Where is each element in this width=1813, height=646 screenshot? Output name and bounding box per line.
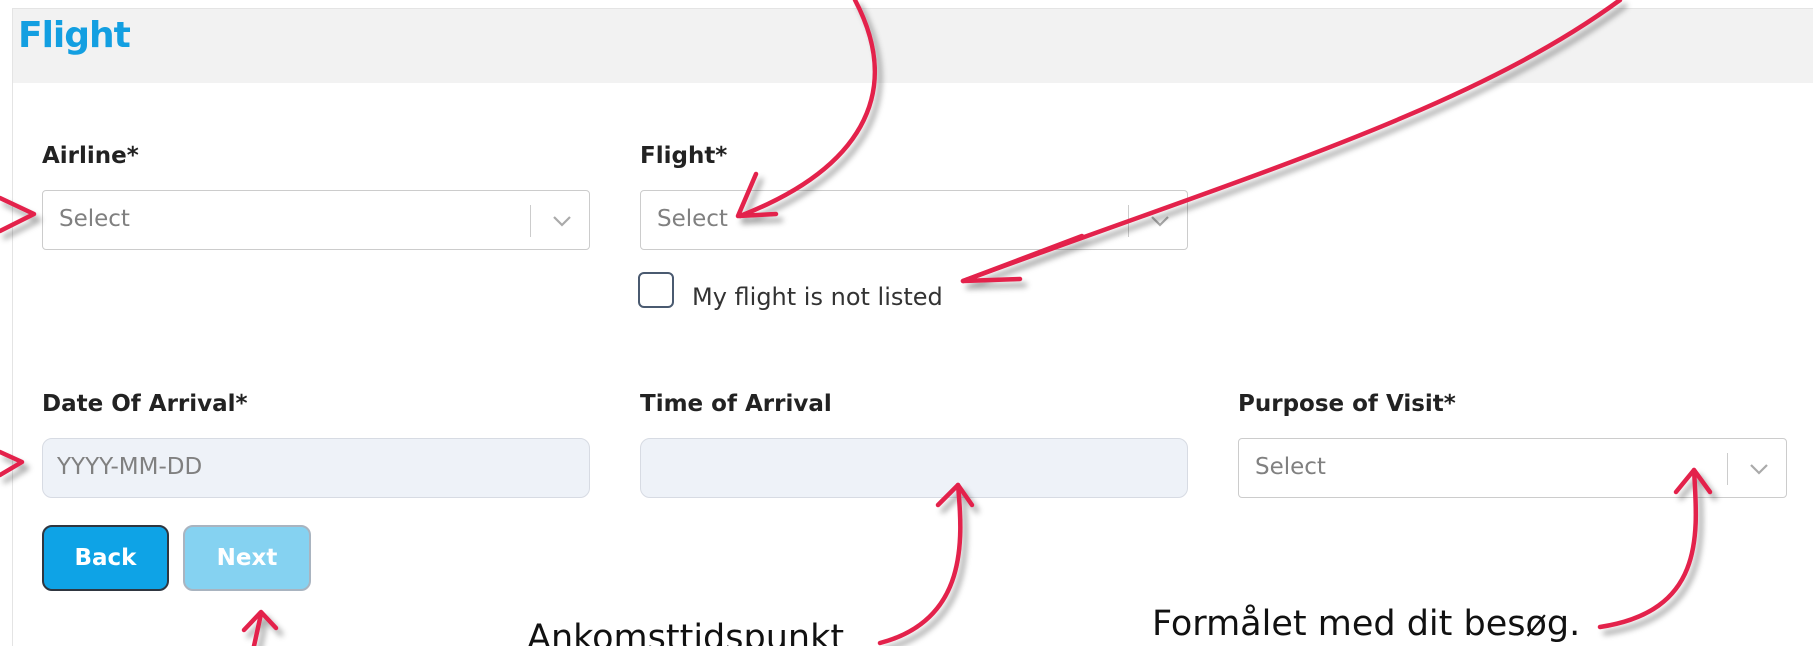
purpose-of-visit-label: Purpose of Visit* <box>1238 391 1456 417</box>
airline-select[interactable]: Select <box>42 190 590 250</box>
airline-label: Airline* <box>42 143 139 169</box>
flight-not-listed-checkbox[interactable] <box>638 272 674 308</box>
next-button[interactable]: Next <box>183 525 311 591</box>
section-title: Flight <box>18 15 131 56</box>
date-of-arrival-label: Date Of Arrival* <box>42 391 248 417</box>
date-of-arrival-placeholder: YYYY-MM-DD <box>57 454 203 480</box>
select-separator <box>1727 453 1728 485</box>
select-separator <box>530 205 531 237</box>
screenshot: Flight Airline* Select Flight* Select My… <box>0 0 1813 646</box>
airline-select-placeholder: Select <box>59 206 130 232</box>
chevron-down-icon[interactable] <box>551 211 573 231</box>
select-separator <box>1128 205 1129 237</box>
chevron-down-icon[interactable] <box>1149 211 1171 231</box>
back-button[interactable]: Back <box>42 525 169 591</box>
time-of-arrival-label: Time of Arrival <box>640 391 832 417</box>
purpose-of-visit-placeholder: Select <box>1255 454 1326 480</box>
annotation-purpose-text: Formålet med dit besøg. <box>1152 604 1581 644</box>
chevron-down-icon[interactable] <box>1748 459 1770 479</box>
date-of-arrival-input[interactable]: YYYY-MM-DD <box>42 438 590 498</box>
section-header: Flight <box>13 9 1813 83</box>
flight-label: Flight* <box>640 143 728 169</box>
flight-select[interactable]: Select <box>640 190 1188 250</box>
time-of-arrival-input[interactable] <box>640 438 1188 498</box>
purpose-of-visit-select[interactable]: Select <box>1238 438 1787 498</box>
flight-select-placeholder: Select <box>657 206 728 232</box>
annotation-arrival-time-text: Ankomsttidspunkt <box>527 618 845 646</box>
flight-not-listed-label[interactable]: My flight is not listed <box>692 283 943 311</box>
